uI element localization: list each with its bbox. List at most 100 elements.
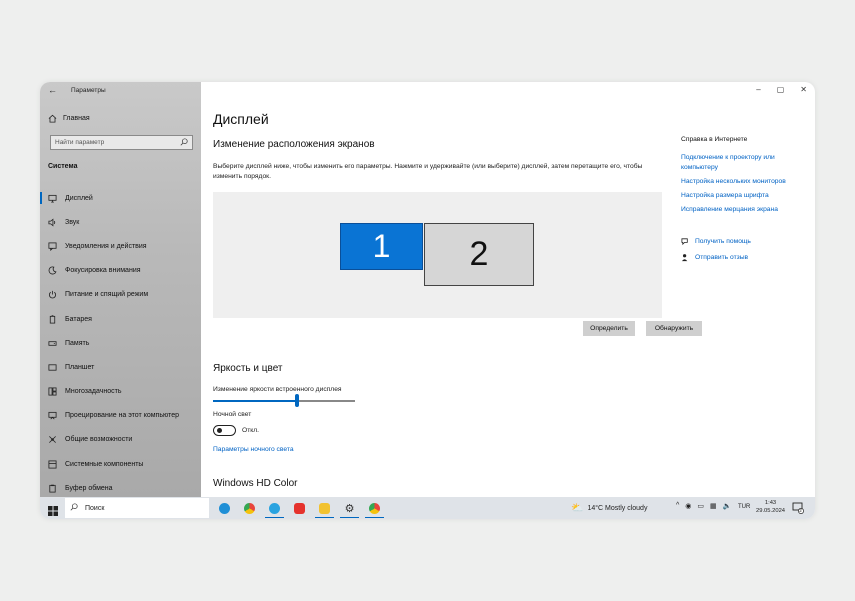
brightness-slider[interactable]: [213, 394, 355, 407]
power-icon: [48, 290, 57, 299]
sidebar-item-display[interactable]: Дисплей: [40, 186, 201, 210]
help-link-font-size[interactable]: Настройка размера шрифта: [681, 191, 801, 201]
taskbar-search-label: Поиск: [85, 504, 105, 512]
monitor-2[interactable]: 2: [424, 223, 534, 286]
weather-text: 14°C Mostly cloudy: [587, 505, 648, 512]
sidebar-home[interactable]: Главная: [48, 114, 90, 123]
help-chat-icon: [681, 237, 690, 246]
display-arrangement-area: 1 2: [213, 192, 662, 318]
get-help-link[interactable]: Получить помощь: [681, 237, 751, 246]
telegram-icon: [269, 502, 280, 514]
sidebar-item-shared-experiences[interactable]: Общие возможности: [40, 428, 201, 452]
main-content: Дисплей Изменение расположения экранов В…: [201, 82, 815, 497]
sidebar: ← Параметры Главная Найти параметр Систе…: [40, 82, 201, 497]
notification-center[interactable]: 2: [792, 502, 804, 514]
sidebar-item-label: Планшет: [65, 363, 95, 371]
folder-icon: [319, 502, 330, 514]
components-icon: [48, 460, 57, 469]
sidebar-item-sound[interactable]: Звук: [40, 210, 201, 234]
clock-time: 1:43: [764, 500, 777, 506]
taskbar-app-chrome-2[interactable]: [362, 498, 387, 518]
sidebar-item-projecting[interactable]: Проецирование на этот компьютер: [40, 404, 201, 428]
clock[interactable]: 1:43 29.05.2024: [756, 499, 785, 515]
get-help-label: Получить помощь: [695, 238, 751, 245]
anydesk-icon: [294, 502, 305, 514]
search-icon[interactable]: [180, 137, 188, 148]
sidebar-item-label: Системные компоненты: [65, 460, 144, 468]
volume-icon[interactable]: 🔈: [723, 502, 732, 510]
brightness-slider-thumb[interactable]: [294, 394, 299, 407]
sidebar-item-label: Общие возможности: [65, 436, 133, 444]
hd-color-heading: Windows HD Color: [213, 478, 298, 489]
identify-button[interactable]: Определить: [583, 321, 635, 336]
app-title: Параметры: [71, 87, 106, 94]
feedback-label: Отправить отзыв: [695, 254, 749, 261]
arrange-description: Выберите дисплей ниже, чтобы изменить ег…: [213, 163, 643, 180]
help-link-flicker[interactable]: Исправление мерцания экрана: [681, 205, 801, 215]
sidebar-item-battery[interactable]: Батарея: [40, 307, 201, 331]
chevron-up-icon[interactable]: ^: [676, 502, 679, 510]
taskbar-search-input[interactable]: Поиск: [65, 498, 209, 518]
sidebar-item-label: Память: [65, 339, 90, 347]
page-title: Дисплей: [213, 111, 269, 127]
brightness-slider-fill: [213, 400, 297, 402]
sidebar-nav: Дисплей Звук Уведомления и действия Фоку…: [40, 186, 201, 500]
sidebar-item-power[interactable]: Питание и спящий режим: [40, 283, 201, 307]
record-icon[interactable]: ◉: [685, 502, 691, 510]
moon-icon: [48, 266, 57, 275]
taskbar-app-telegram[interactable]: [262, 498, 287, 518]
back-arrow-icon[interactable]: ←: [48, 85, 57, 95]
taskbar-app-anydesk[interactable]: [287, 498, 312, 518]
help-panel-title: Справка в Интернете: [681, 136, 748, 143]
windows-start-icon[interactable]: [48, 503, 58, 516]
language-indicator[interactable]: TUR: [738, 504, 750, 510]
title-bar: ← Параметры: [40, 82, 201, 99]
toggle-knob: [217, 428, 222, 433]
detect-button[interactable]: Обнаружить: [646, 321, 702, 336]
project-icon: [48, 411, 57, 420]
taskbar-app-edge[interactable]: [212, 498, 237, 518]
help-link-projector[interactable]: Подключение к проектору или компьютеру: [681, 153, 801, 173]
clock-date: 29.05.2024: [756, 508, 786, 514]
taskbar: Поиск ⚙ ⛅ 14°C Mostly cloudy ^ ◉ ▭ ▦ 🔈 T…: [40, 497, 815, 519]
battery-icon[interactable]: ▭: [697, 502, 704, 510]
search-placeholder: Найти параметр: [55, 139, 105, 146]
taskbar-app-file-explorer[interactable]: [312, 498, 337, 518]
gear-icon: ⚙: [344, 502, 355, 515]
notification-icon: [48, 242, 57, 251]
night-light-settings-link[interactable]: Параметры ночного света: [213, 446, 294, 453]
sidebar-item-storage[interactable]: Память: [40, 331, 201, 355]
sidebar-item-multitasking[interactable]: Многозадачность: [40, 380, 201, 404]
monitor-1[interactable]: 1: [340, 223, 423, 270]
arrange-heading: Изменение расположения экранов: [213, 139, 375, 150]
night-light-toggle[interactable]: [213, 425, 236, 436]
night-light-label: Ночной свет: [213, 411, 252, 418]
taskbar-app-settings[interactable]: ⚙: [337, 498, 362, 518]
sidebar-item-label: Питание и спящий режим: [65, 291, 149, 299]
weather-widget[interactable]: ⛅ 14°C Mostly cloudy: [571, 503, 647, 514]
feedback-person-icon: [681, 253, 690, 262]
sidebar-item-focus[interactable]: Фокусировка внимания: [40, 259, 201, 283]
settings-search-input[interactable]: Найти параметр: [50, 135, 193, 150]
search-icon: [70, 503, 78, 513]
home-icon: [48, 114, 57, 123]
sidebar-item-tablet[interactable]: Планшет: [40, 355, 201, 379]
sidebar-item-notifications[interactable]: Уведомления и действия: [40, 234, 201, 258]
settings-window: ← Параметры Главная Найти параметр Систе…: [40, 82, 815, 519]
help-link-multiple-monitors[interactable]: Настройка нескольких мониторов: [681, 177, 801, 187]
brightness-heading: Яркость и цвет: [213, 363, 283, 374]
chrome-icon: [244, 502, 255, 514]
sidebar-item-label: Уведомления и действия: [65, 242, 147, 250]
monitor-icon: [48, 194, 57, 203]
sidebar-item-label: Многозадачность: [65, 388, 122, 396]
sidebar-home-label: Главная: [63, 115, 90, 122]
taskbar-app-chrome[interactable]: [237, 498, 262, 518]
network-icon[interactable]: ▦: [710, 502, 717, 510]
chrome-icon: [369, 502, 380, 514]
system-tray: ^ ◉ ▭ ▦ 🔈: [676, 502, 731, 510]
notification-count: 2: [799, 507, 802, 513]
feedback-link[interactable]: Отправить отзыв: [681, 253, 748, 262]
sidebar-item-system-components[interactable]: Системные компоненты: [40, 452, 201, 476]
sidebar-item-label: Фокусировка внимания: [65, 267, 141, 275]
sidebar-item-label: Проецирование на этот компьютер: [65, 412, 179, 420]
